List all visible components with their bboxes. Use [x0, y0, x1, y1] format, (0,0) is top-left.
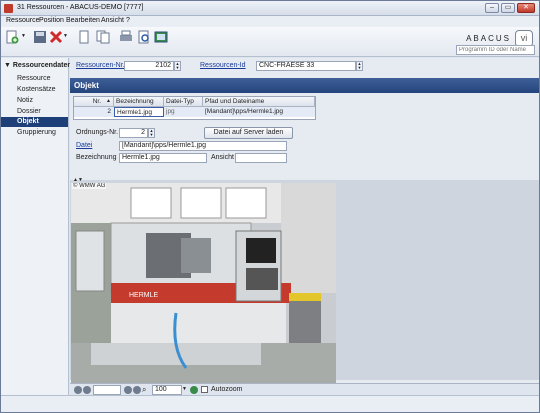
bezeichnung-field[interactable]: Hermle1.jpg — [119, 153, 207, 163]
page-field[interactable] — [93, 385, 121, 395]
title-bar: 31 Ressourcen - ABACUS-DEMO [7777] – ▭ ✕ — [1, 1, 539, 16]
menu-bearbeiten[interactable]: Bearbeiten — [66, 17, 100, 24]
last-page-icon[interactable] — [133, 386, 141, 394]
column-header-pfad[interactable]: Pfad und Dateiname — [203, 97, 315, 107]
table-cell-nr: 2 — [74, 107, 114, 117]
zoom-field[interactable]: 100 — [152, 385, 182, 395]
menu-ressource[interactable]: Ressource — [6, 17, 39, 24]
datei-label[interactable]: Datei — [76, 142, 92, 149]
delete-dropdown-icon[interactable]: ▼ — [63, 33, 69, 39]
resource-id-spinner[interactable]: ▲ ▼ — [356, 61, 363, 71]
menu-position[interactable]: Position — [39, 17, 64, 24]
copy-icon[interactable] — [96, 30, 110, 44]
section-title: Objekt — [70, 78, 539, 93]
sort-ascending-icon: ▲ — [106, 98, 111, 104]
previous-page-icon[interactable] — [83, 386, 91, 394]
sidebar-item-objekt[interactable]: Objekt — [1, 117, 68, 127]
viewer-toolbar: ⌕ 100 ▼ Autozoom — [70, 383, 539, 395]
upload-to-server-button[interactable]: Datei auf Server laden — [204, 127, 293, 139]
menu-help[interactable]: ? — [126, 17, 130, 24]
table-cell-datei-typ: jpg — [164, 107, 203, 117]
sidebar-item-gruppierung[interactable]: Gruppierung — [1, 128, 68, 138]
zoom-in-icon[interactable] — [190, 386, 198, 394]
sidebar-item-notiz[interactable]: Notiz — [1, 96, 68, 106]
document-icon[interactable] — [77, 30, 91, 44]
object-table: Nr. ▲ Bezeichnung Datei-Typ Pfad und Dat… — [73, 96, 316, 120]
close-button[interactable]: ✕ — [517, 3, 535, 13]
zoom-icon[interactable]: ⌕ — [142, 385, 146, 395]
ordnungs-nr-label: Ordnungs-Nr. — [76, 129, 119, 136]
ansicht-label: Ansicht — [211, 154, 234, 161]
ordnungs-nr-spinner[interactable]: ▲ ▼ — [148, 128, 155, 138]
resource-nr-label[interactable]: Ressourcen-Nr. — [76, 62, 125, 69]
search-document-icon[interactable] — [137, 30, 151, 44]
print-icon[interactable] — [119, 30, 133, 44]
window-title: 31 Ressourcen - ABACUS-DEMO [7777] — [17, 4, 144, 11]
machine-photo: HERMLE © WMW AG — [71, 183, 336, 383]
save-icon[interactable] — [33, 30, 47, 44]
bezeichnung-label: Bezeichnung — [76, 154, 117, 161]
application-window: 31 Ressourcen - ABACUS-DEMO [7777] – ▭ ✕… — [0, 0, 540, 413]
machine-photo-image: HERMLE — [71, 183, 336, 383]
svg-text:HERMLE: HERMLE — [129, 292, 159, 299]
status-bar — [1, 395, 539, 412]
datei-field[interactable]: [Mandant]\pps/Hermle1.jpg — [119, 141, 287, 151]
menu-bar: Ressource Position Bearbeiten Ansicht ? — [1, 16, 539, 27]
new-dropdown-icon[interactable]: ▼ — [21, 33, 27, 39]
autozoom-checkbox[interactable] — [201, 386, 208, 393]
ansicht-field[interactable] — [235, 153, 287, 163]
program-search-input[interactable] — [456, 45, 535, 55]
first-page-icon[interactable] — [74, 386, 82, 394]
column-header-datei-typ[interactable]: Datei-Typ — [164, 97, 203, 107]
table-cell-bezeichnung: Hermle1.jpg — [114, 107, 164, 117]
sidebar-item-ressource[interactable]: Ressource — [1, 74, 68, 84]
next-page-icon[interactable] — [124, 386, 132, 394]
resource-nr-spinner[interactable]: ▲ ▼ — [174, 61, 181, 71]
resource-id-label[interactable]: Ressourcen-Id — [200, 62, 246, 69]
autozoom-label: Autozoom — [211, 386, 243, 393]
column-header-bezeichnung[interactable]: Bezeichnung — [114, 97, 164, 107]
menu-ansicht[interactable]: Ansicht — [101, 17, 124, 24]
image-viewer: ▲▼ HERMLE © WMW AG — [70, 177, 539, 383]
image-view-icon[interactable] — [154, 30, 168, 44]
sidebar-item-kostensaetze[interactable]: Kostensätze — [1, 85, 68, 95]
resource-id-field[interactable]: CNC-FRAESE 33 — [256, 61, 356, 71]
sidebar-header[interactable]: ▼ Ressourcendaten — [4, 62, 72, 69]
delete-icon[interactable] — [49, 30, 63, 44]
main-panel: Ressourcen-Nr. 2102 ▲ ▼ Ressourcen-Id CNC… — [70, 58, 539, 395]
ordnungs-nr-field[interactable]: 2 — [119, 128, 148, 138]
zoom-dropdown-icon[interactable]: ▼ — [182, 386, 187, 392]
resource-nr-field[interactable]: 2102 — [124, 61, 174, 71]
table-cell-pfad: [Mandant]\pps/Hermle1.jpg — [203, 107, 315, 117]
sidebar-item-dossier[interactable]: Dossier — [1, 107, 68, 117]
column-header-nr[interactable]: Nr. ▲ — [74, 97, 114, 107]
app-icon — [4, 4, 13, 13]
minimize-button[interactable]: – — [485, 3, 499, 13]
sidebar: ▼ Ressourcendaten Ressource Kostensätze … — [1, 58, 72, 395]
maximize-button[interactable]: ▭ — [501, 3, 515, 13]
brand-name: ABACUS — [466, 34, 511, 43]
new-record-icon[interactable] — [5, 30, 19, 44]
photo-credit: © WMW AG — [72, 183, 107, 189]
